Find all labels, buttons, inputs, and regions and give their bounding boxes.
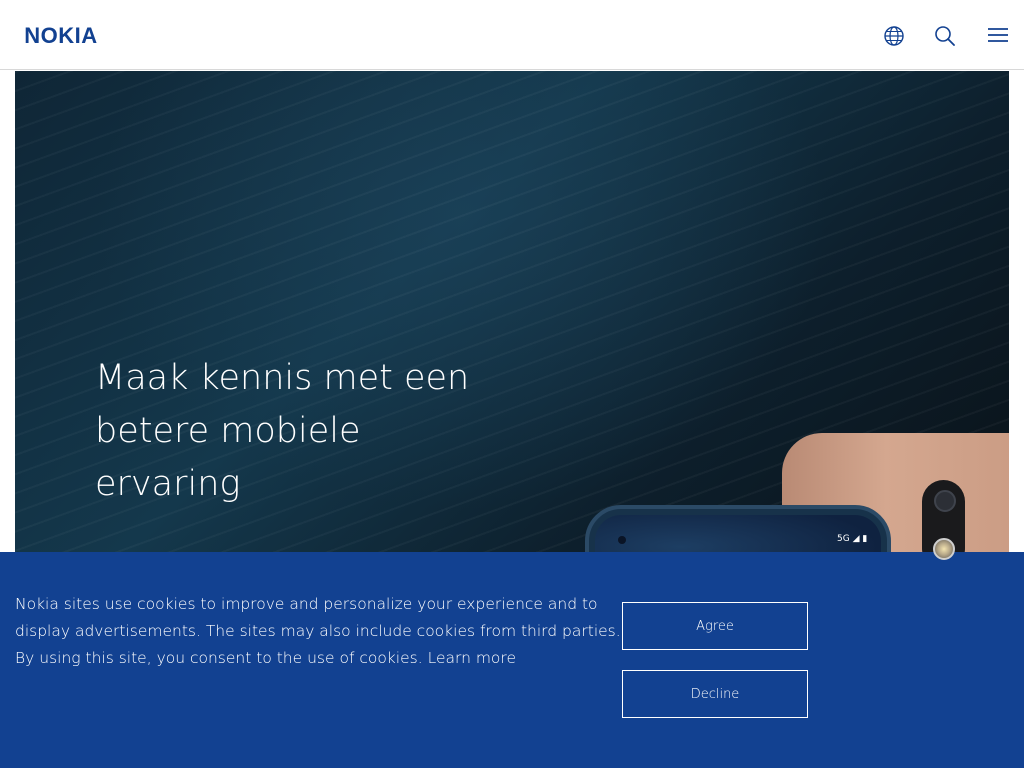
hamburger-menu-icon	[987, 27, 1008, 42]
decline-button-label: Decline	[690, 686, 740, 702]
front-camera-icon	[618, 536, 626, 544]
decline-button[interactable]: Decline	[622, 670, 808, 718]
search-icon	[935, 26, 955, 46]
nokia-logo-icon: NOKIA	[24, 24, 97, 46]
cookie-text-line-2: display advertisements. The sites may al…	[15, 622, 621, 640]
cookie-text-line-1: Nokia sites use cookies to improve and p…	[15, 595, 598, 613]
hero-headline-line-3: ervaring	[95, 464, 241, 504]
nokia-logo[interactable]: NOKIA	[12, 21, 110, 48]
cookie-consent-text: By using this site, you consent to the u…	[15, 649, 423, 667]
cookie-banner: Nokia sites use cookies to improve and p…	[0, 552, 1024, 768]
camera-flash-button[interactable]	[924, 528, 963, 569]
hero-headline-line-1: Maak kennis met een	[95, 358, 470, 398]
hero-banner: Maak kennis met een betere mobiele ervar…	[15, 71, 1009, 552]
phone-network-label: 5G	[837, 534, 850, 544]
camera-lens-icon	[934, 490, 956, 512]
globe-icon	[883, 25, 904, 46]
learn-more-link[interactable]: Learn more	[428, 649, 516, 667]
site-header: NOKIA	[0, 0, 1024, 70]
hero-headline-line-2: betere mobiele	[95, 411, 361, 451]
search-button[interactable]	[933, 25, 957, 46]
phone-status-text: 5G ◢ ▮	[837, 534, 867, 544]
agree-button-label: Agree	[696, 618, 734, 634]
agree-button[interactable]: Agree	[622, 602, 808, 650]
main-menu-button[interactable]	[983, 20, 1012, 49]
signal-icon: ◢ ▮	[852, 534, 868, 544]
language-globe-button[interactable]	[882, 25, 905, 46]
cookie-text-line-3: By using this site, you consent to the u…	[15, 648, 516, 668]
flash-icon	[932, 537, 955, 560]
svg-text:NOKIA: NOKIA	[24, 24, 97, 46]
